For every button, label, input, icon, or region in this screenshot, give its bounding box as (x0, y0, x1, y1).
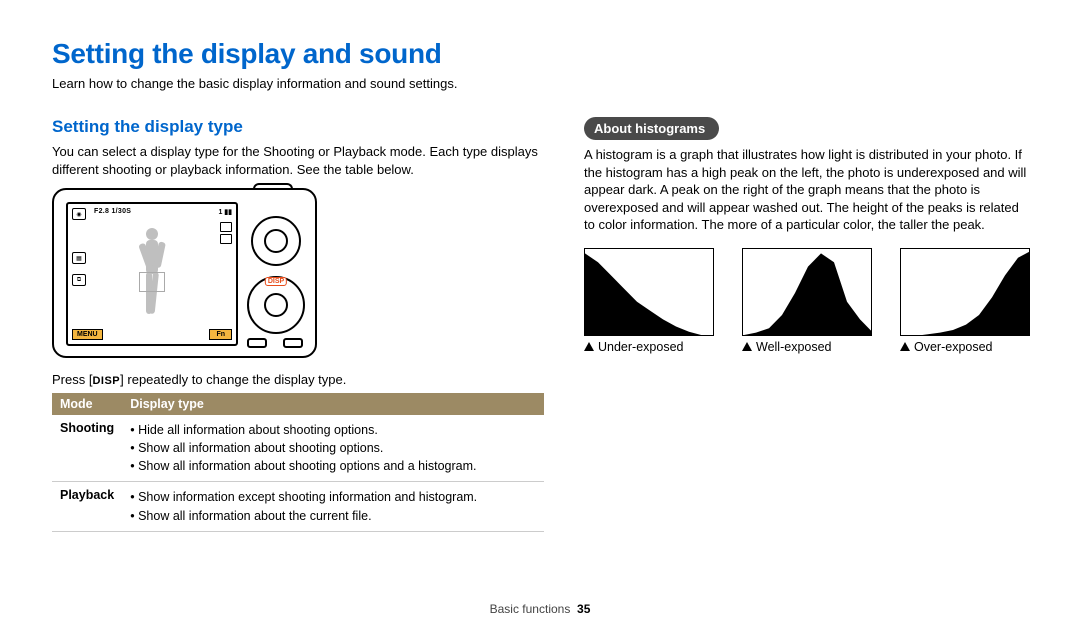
table-row-mode: Playback (52, 482, 122, 531)
about-histograms-body: A histogram is a graph that illustrates … (584, 146, 1030, 234)
histogram-over: Over-exposed (900, 248, 1030, 354)
camera-small-button-2 (283, 338, 303, 348)
triangle-icon (584, 342, 594, 351)
table-row-items: Show information except shooting informa… (122, 482, 544, 531)
histogram-caption: Under-exposed (584, 340, 714, 354)
page-lead: Learn how to change the basic display in… (52, 76, 1030, 91)
table-header-display-type: Display type (122, 393, 544, 415)
table-row-items: Hide all information about shooting opti… (122, 415, 544, 482)
shutter-icon (253, 183, 293, 190)
triangle-icon (900, 342, 910, 351)
screen-fn-label: Fn (209, 329, 232, 340)
histogram-under: Under-exposed (584, 248, 714, 354)
focus-frame-icon (139, 272, 165, 292)
section-heading-display-type: Setting the display type (52, 117, 544, 137)
screen-right-icons (220, 222, 232, 246)
mode-dial-icon (251, 216, 301, 266)
about-histograms-badge: About histograms (584, 117, 719, 140)
dpad-icon: DISP (247, 276, 305, 334)
table-row-mode: Shooting (52, 415, 122, 482)
section-body-display-type: You can select a display type for the Sh… (52, 143, 544, 178)
histogram-caption: Well-exposed (742, 340, 872, 354)
camera-illustration: ◉▦⧉ F2.8 1/30S 1 ▮▮ (52, 188, 317, 358)
screen-left-icons: ◉▦⧉ (72, 208, 86, 296)
table-header-mode: Mode (52, 393, 122, 415)
camera-small-button-1 (247, 338, 267, 348)
camera-screen: ◉▦⧉ F2.8 1/30S 1 ▮▮ (66, 202, 238, 346)
footer-section: Basic functions (490, 602, 571, 616)
page-footer: Basic functions 35 (0, 602, 1080, 616)
screen-exposure-info: F2.8 1/30S (94, 208, 131, 215)
screen-shot-count: 1 ▮▮ (218, 208, 232, 216)
display-type-table: Mode Display type ShootingHide all infor… (52, 393, 544, 532)
footer-page-number: 35 (577, 602, 590, 616)
triangle-icon (742, 342, 752, 351)
press-instruction: Press [DISP] repeatedly to change the di… (52, 372, 544, 387)
histogram-caption: Over-exposed (900, 340, 1030, 354)
screen-menu-label: MENU (72, 329, 103, 340)
disp-button-label: DISP (265, 277, 287, 286)
disp-inline-label: DISP (92, 375, 120, 387)
histogram-well: Well-exposed (742, 248, 872, 354)
page-title: Setting the display and sound (52, 38, 1030, 70)
